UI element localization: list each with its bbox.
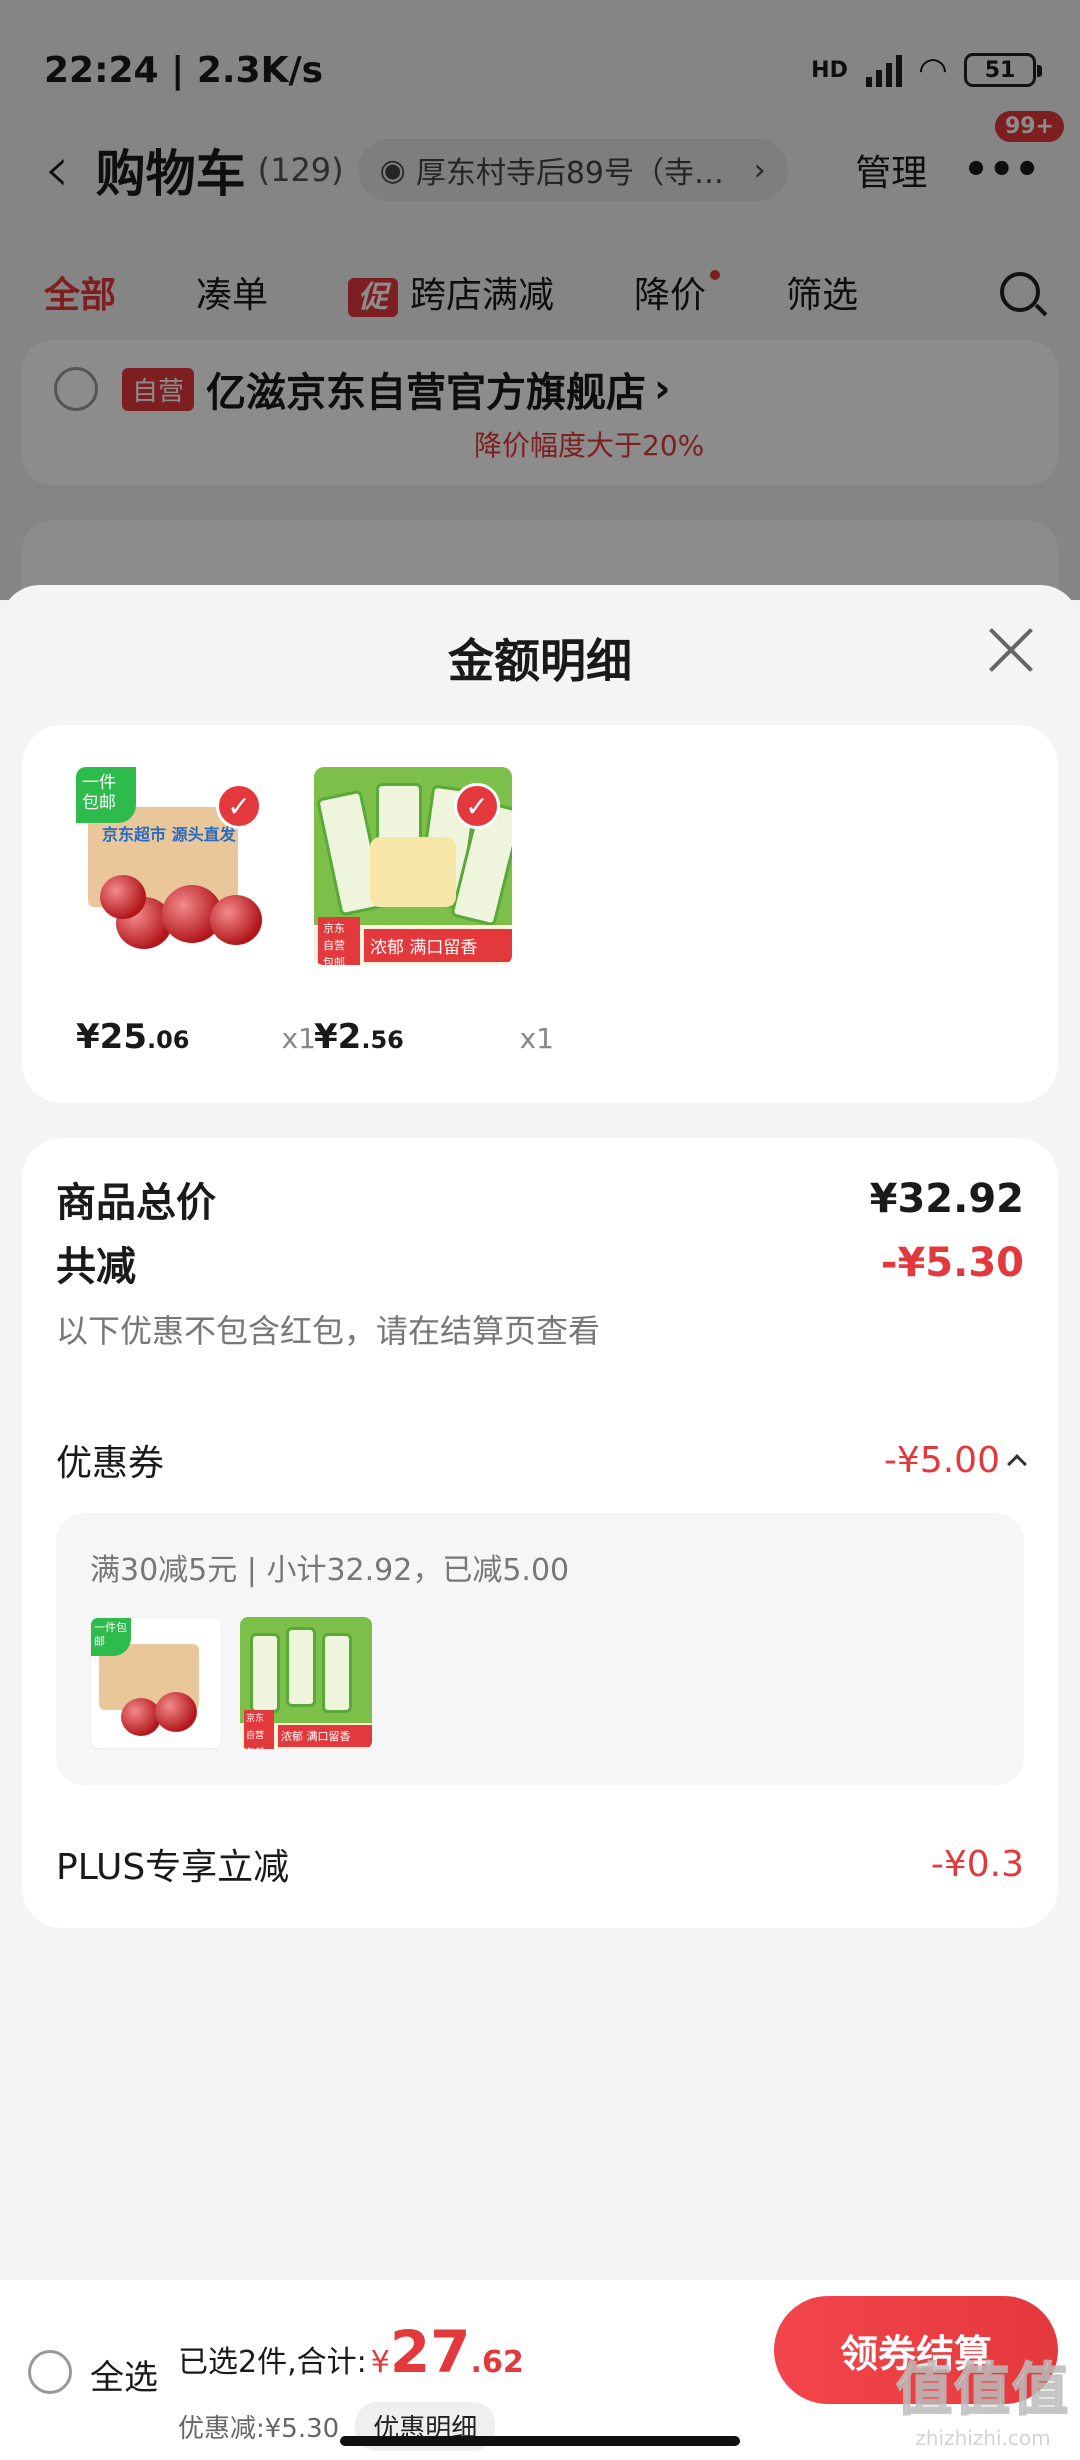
free-shipping-tag: 一件包邮 <box>76 767 136 823</box>
snack-banner: 京东自营包邮 浓郁 满口留香 <box>240 1709 372 1749</box>
product-item-snack[interactable]: 京东自营包邮 浓郁 满口留香 ✓ ¥2 .56 x1 <box>314 767 554 1057</box>
close-icon[interactable] <box>986 625 1036 675</box>
discount-summary: 优惠减:¥5.30 <box>178 2414 340 2444</box>
snack-thumbnail: 京东自营包邮 浓郁 满口留香 <box>240 1617 372 1749</box>
apple-shape <box>100 875 146 919</box>
selected-total: 已选2件,合计: ¥ 27 .62 <box>178 2318 524 2386</box>
apple-shape <box>210 895 262 945</box>
quantity: x1 <box>281 1022 316 1055</box>
price-row: ¥2 .56 x1 <box>314 1017 554 1057</box>
total-label: 商品总价 <box>56 1180 216 1226</box>
price-summary-card: 商品总价 ¥32.92 共减 -¥5.30 以下优惠不包含红包，请在结算页查看 … <box>22 1138 1058 1928</box>
home-indicator[interactable] <box>340 2436 740 2446</box>
snack-pack <box>250 1633 280 1713</box>
snack-tag-left: 京东自营包邮 <box>244 1709 274 1749</box>
plus-value: -¥0.3 <box>930 1843 1024 1885</box>
snack-tag-right: 浓郁 满口留香 <box>364 928 512 962</box>
snack-center <box>370 837 456 907</box>
free-shipping-tag: 一件包邮 <box>91 1618 131 1656</box>
currency-symbol: ¥ <box>370 2345 390 2380</box>
chevron-up-icon <box>1007 1454 1027 1474</box>
product-item-apple[interactable]: 京东超市 源头直发 一件包邮 ✓ ¥25 .06 x1 <box>76 767 316 1057</box>
price-decimal: .06 <box>146 1026 190 1054</box>
quantity: x1 <box>519 1022 554 1055</box>
coupon-value: -¥5.00 <box>883 1439 1000 1481</box>
check-icon: ✓ <box>454 783 500 829</box>
apple-thumbnail: 一件包邮 <box>90 1617 222 1749</box>
snack-pack <box>286 1627 316 1707</box>
total-value: ¥32.92 <box>869 1176 1024 1222</box>
watermark: 值值值 zhizhizhi.com <box>895 2345 1070 2450</box>
plus-label: PLUS专享立减 <box>56 1847 290 1888</box>
coupon-detail-text: 满30减5元 | 小计32.92，已减5.00 <box>90 1553 570 1588</box>
price-decimal: .56 <box>361 1026 404 1054</box>
discount-value: -¥5.30 <box>880 1240 1024 1286</box>
selected-products-card: 京东超市 源头直发 一件包邮 ✓ ¥25 .06 x1 京东自营包邮 浓郁 满口… <box>22 725 1058 1103</box>
coupon-thumbnails: 一件包邮 京东自营包邮 浓郁 满口留香 <box>90 1617 990 1749</box>
snack-banner: 京东自营包邮 浓郁 满口留香 <box>314 916 512 965</box>
discount-label: 共减 <box>56 1244 136 1290</box>
coupon-detail-box: 满30减5元 | 小计32.92，已减5.00 一件包邮 京东自营包邮 浓郁 满… <box>56 1513 1024 1785</box>
price-integer: ¥25 <box>76 1017 147 1057</box>
coupon-value-wrap: -¥5.00 <box>883 1439 1027 1481</box>
total-row: 商品总价 ¥32.92 <box>56 1170 1024 1228</box>
box-text: 京东超市 源头直发 <box>102 825 236 844</box>
snack-tag-right: 浓郁 满口留香 <box>278 1725 372 1747</box>
snack-product-image: 京东自营包邮 浓郁 满口留香 ✓ <box>314 767 512 965</box>
sheet-title: 金额明细 <box>448 634 632 688</box>
snack-pack <box>322 1633 352 1713</box>
plus-row: PLUS专享立减 -¥0.3 <box>56 1838 1024 1890</box>
total-amount-integer: 27 <box>389 2318 471 2386</box>
check-icon: ✓ <box>216 783 262 829</box>
coupon-row[interactable]: 优惠券 -¥5.00 <box>56 1434 1027 1486</box>
select-all-checkbox[interactable] <box>28 2350 72 2394</box>
watermark-logo: 值值值 <box>895 2357 1070 2424</box>
dim-overlay[interactable] <box>0 0 1080 600</box>
discount-hint: 以下优惠不包含红包，请在结算页查看 <box>56 1312 601 1350</box>
apple-shape <box>155 1692 197 1732</box>
discount-row: 共减 -¥5.30 <box>56 1234 1024 1292</box>
amount-detail-sheet: 金额明细 京东超市 源头直发 一件包邮 ✓ ¥25 .06 x1 京东自营包邮 … <box>0 585 1080 2460</box>
coupon-label: 优惠券 <box>56 1443 165 1484</box>
snack-tag-left: 京东自营包邮 <box>318 916 360 965</box>
apple-product-image: 京东超市 源头直发 一件包邮 ✓ <box>76 767 274 965</box>
watermark-url: zhizhizhi.com <box>915 2426 1051 2450</box>
price-integer: ¥2 <box>314 1017 362 1057</box>
selected-text: 已选2件,合计: <box>178 2345 367 2380</box>
select-all-label[interactable]: 全选 <box>90 2350 158 2399</box>
total-amount-decimal: .62 <box>470 2345 524 2380</box>
price-row: ¥25 .06 x1 <box>76 1017 316 1057</box>
